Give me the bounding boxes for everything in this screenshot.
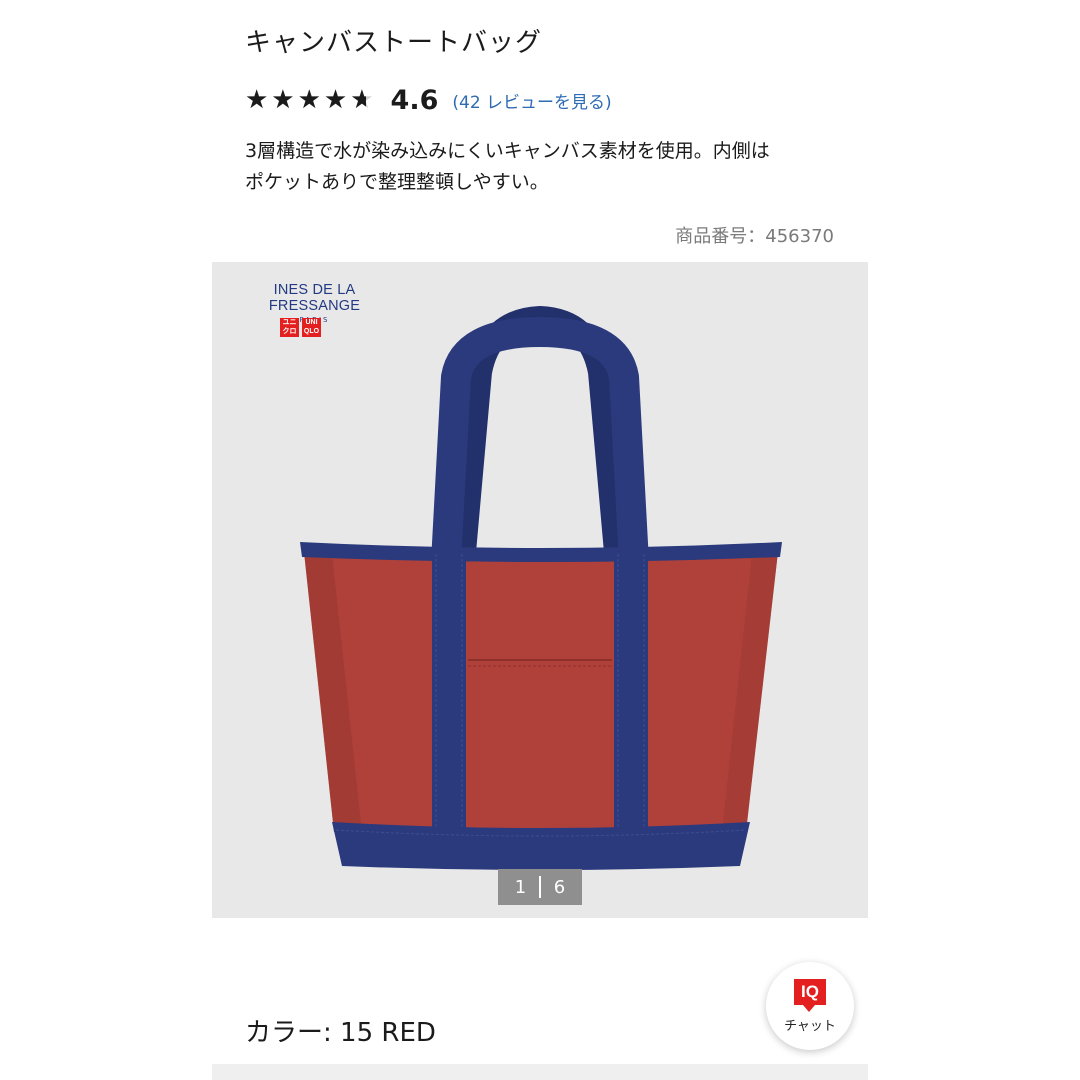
product-description: 3層構造で水が染み込みにくいキャンバス素材を使用。内側は ポケットありで整理整頓… <box>245 136 845 198</box>
review-link[interactable]: (42 レビューを見る) <box>452 88 611 113</box>
product-image-gallery[interactable]: INES DE LA FRESSANGE PARIS ユニ クロ UNI QLO <box>212 262 868 918</box>
product-number: 商品番号：456370 <box>675 226 834 247</box>
image-pager: 1 6 <box>498 869 582 905</box>
description-line-1: 3層構造で水が染み込みにくいキャンバス素材を使用。内側は <box>245 140 770 162</box>
iq-chat-icon: IQ <box>794 978 826 1012</box>
pager-divider <box>539 876 541 898</box>
chat-button[interactable]: IQ チャット <box>766 962 854 1050</box>
bag-bottom-panel <box>332 822 750 870</box>
color-label: カラー: 15 RED <box>245 1018 436 1048</box>
product-image <box>300 306 782 870</box>
rating-value: 4.6 <box>390 84 439 116</box>
bag-left-strap <box>432 552 466 830</box>
chat-label: チャット <box>784 1018 836 1034</box>
rating-stars: ★★★★★ ★★★★★ <box>245 82 377 118</box>
description-line-2: ポケットありで整理整頓しやすい。 <box>245 171 549 193</box>
pager-current: 1 <box>514 876 527 898</box>
bag-top-trim <box>300 542 782 562</box>
rating-row: ★★★★★ ★★★★★ 4.6 (42 レビューを見る) <box>245 82 612 118</box>
pager-total: 6 <box>553 876 566 898</box>
product-title: キャンバストートバッグ <box>245 28 543 58</box>
bag-body <box>304 552 778 836</box>
color-swatch-area <box>212 1064 868 1080</box>
rating-stars-filled: ★★★★★ <box>245 85 367 115</box>
bag-right-strap <box>614 552 648 830</box>
